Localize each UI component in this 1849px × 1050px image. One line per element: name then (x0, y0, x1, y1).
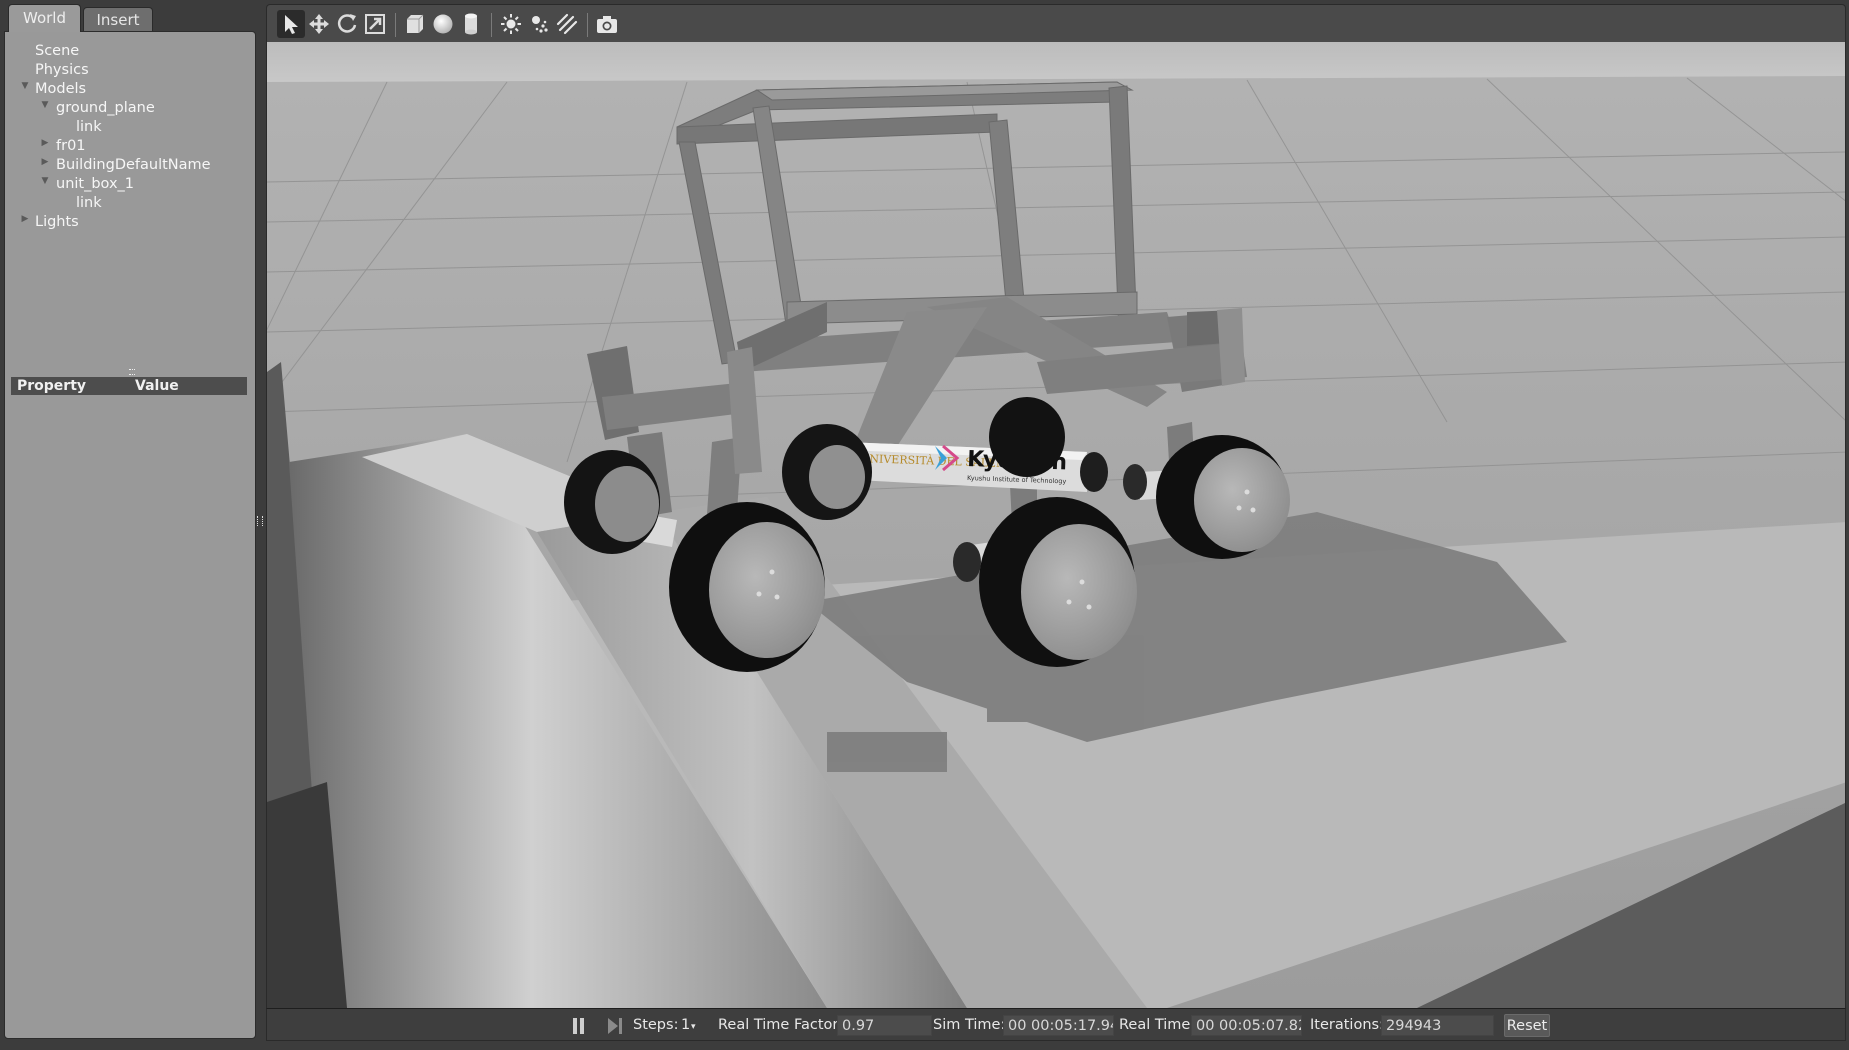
step-forward-icon (608, 1018, 622, 1034)
box-icon (407, 14, 424, 33)
real-time-field: 00 00:05:07.824 (1191, 1015, 1302, 1036)
steps-label: Steps: (633, 1017, 679, 1033)
spot-light-button[interactable] (525, 10, 553, 38)
motor-cap (1123, 464, 1147, 500)
expand-arrow-icon[interactable]: ▼ (20, 77, 30, 96)
expand-arrow-icon[interactable]: ▼ (40, 96, 50, 115)
sim-time-label: Sim Time: (933, 1017, 1006, 1033)
scene-render: UNIVERSITÀ DEL SALENTO Kyutech Kyushu In… (267, 42, 1845, 1008)
steps-value[interactable]: 1 (681, 1016, 690, 1035)
tab-world[interactable]: World (8, 4, 81, 32)
tree-item-ground-plane[interactable]: ground_plane (56, 99, 155, 118)
tree-item-fr01[interactable]: fr01 (56, 137, 86, 156)
sky (267, 42, 1845, 82)
rotate-mode-button[interactable] (333, 10, 361, 38)
sphere-icon (433, 14, 453, 34)
step-button[interactable] (605, 1015, 625, 1037)
toolbar-separator (587, 13, 588, 37)
collapse-arrow-icon[interactable]: ▶ (40, 134, 50, 153)
spot-light-icon (532, 16, 548, 33)
property-table-header: Property Value (11, 377, 247, 395)
box-shape-button[interactable] (401, 10, 429, 38)
pause-button[interactable] (569, 1015, 589, 1037)
select-mode-button[interactable] (277, 10, 305, 38)
sphere-shape-button[interactable] (429, 10, 457, 38)
reset-button[interactable]: Reset (1504, 1014, 1550, 1037)
real-time-factor-field: 0.97 (837, 1015, 932, 1036)
status-bar: Steps: 1 ▾ Real Time Factor: 0.97 Sim Ti… (266, 1008, 1846, 1041)
property-column-header[interactable]: Property (17, 377, 86, 395)
tree-item-physics[interactable]: Physics (35, 61, 89, 80)
tree-item-unit-box[interactable]: unit_box_1 (56, 175, 134, 194)
left-panel: World Insert Scene Physics ▼ Models ▼ gr… (4, 4, 256, 1039)
cylinder-icon (465, 13, 477, 35)
translate-mode-button[interactable] (305, 10, 333, 38)
directional-light-button[interactable] (553, 10, 581, 38)
tree-item-unit-box-link[interactable]: link (76, 194, 102, 213)
screenshot-button[interactable] (593, 10, 621, 38)
steps-spin-arrows-icon[interactable]: ▾ (691, 1018, 696, 1037)
tree-item-building[interactable]: BuildingDefaultName (56, 156, 211, 175)
tree-item-ground-plane-link[interactable]: link (76, 118, 102, 137)
point-light-button[interactable] (497, 10, 525, 38)
real-time-label: Real Time: (1119, 1017, 1196, 1033)
real-time-factor-label: Real Time Factor: (718, 1017, 843, 1033)
collapse-arrow-icon[interactable]: ▶ (40, 153, 50, 172)
sim-time-field: 00 00:05:17.942 (1003, 1015, 1114, 1036)
iterations-field: 294943 (1381, 1015, 1494, 1036)
toolbar (266, 4, 1846, 42)
toolbar-separator (395, 13, 396, 37)
collapse-arrow-icon[interactable]: ▶ (20, 210, 30, 229)
panel-splitter-handle[interactable] (129, 369, 135, 375)
tree-item-scene[interactable]: Scene (35, 42, 79, 61)
wheel-rear-middle (782, 424, 872, 520)
world-tree-panel: Scene Physics ▼ Models ▼ ground_plane li… (4, 31, 256, 1039)
rotate-icon (337, 14, 357, 33)
motor-cap (953, 542, 981, 582)
gazebo-window: World Insert Scene Physics ▼ Models ▼ gr… (0, 0, 1849, 1050)
iterations-label: Iterations: (1310, 1017, 1384, 1033)
value-column-header[interactable]: Value (135, 377, 179, 395)
directional-light-icon (556, 13, 578, 35)
move-arrows-icon (309, 14, 329, 34)
tree-item-lights[interactable]: Lights (35, 213, 79, 232)
tab-insert[interactable]: Insert (83, 7, 153, 31)
scale-mode-button[interactable] (361, 10, 389, 38)
toolbar-separator (491, 13, 492, 37)
expand-arrow-icon[interactable]: ▼ (40, 172, 50, 191)
wheel-front-left (669, 502, 825, 672)
scale-icon (365, 14, 385, 34)
sun-icon (501, 14, 521, 34)
wheel-rear-left (564, 450, 660, 554)
3d-viewport[interactable]: UNIVERSITÀ DEL SALENTO Kyutech Kyushu In… (266, 42, 1846, 1008)
side-panel-splitter-handle[interactable] (257, 516, 263, 526)
pause-icon (573, 1018, 584, 1034)
cylinder-shape-button[interactable] (457, 10, 485, 38)
wheel-rear-right (989, 397, 1065, 477)
camera-icon (597, 16, 617, 33)
arrow-cursor-icon (285, 15, 298, 34)
tab-bar: World Insert (4, 4, 256, 32)
